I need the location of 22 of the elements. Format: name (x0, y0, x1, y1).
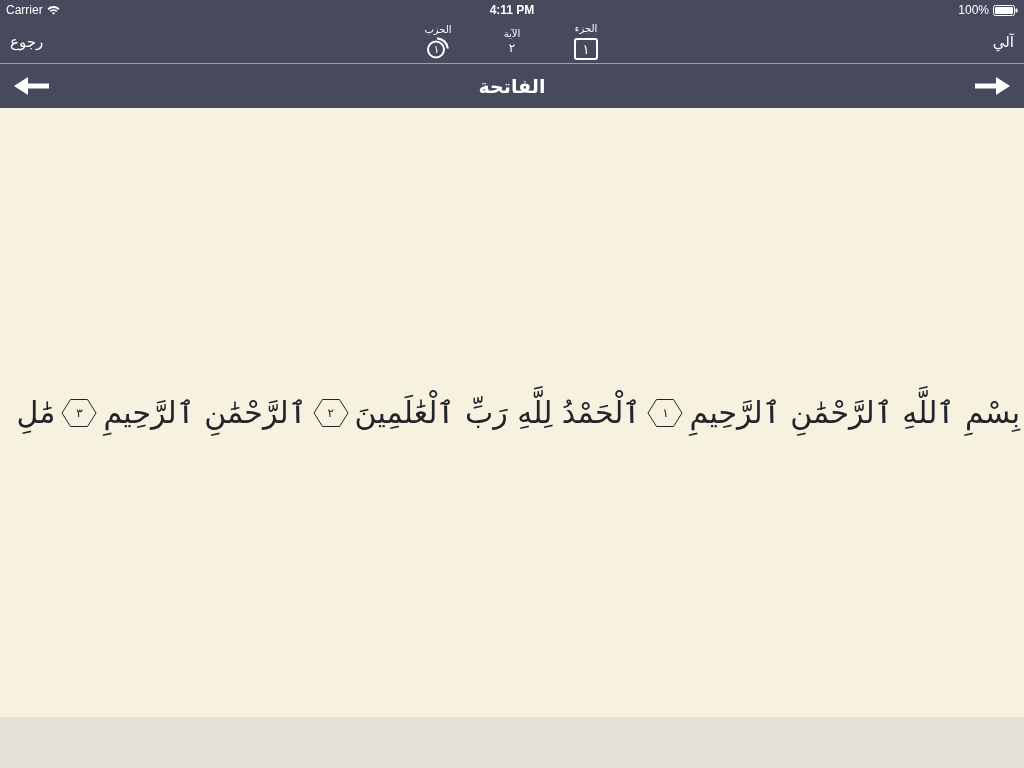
verse-number-marker: ١ (647, 397, 684, 428)
battery-percentage: 100% (958, 2, 989, 19)
juz-label: الجزء (574, 23, 598, 35)
surah-title: الفاتحة (478, 73, 546, 99)
juz-number-box[interactable]: ١ (574, 38, 598, 60)
verse-number-marker: ٢ (312, 397, 349, 428)
hizb-label: الحزب (424, 24, 452, 36)
verse-number-marker: ٣ (61, 397, 98, 428)
ayah-label: الآية (503, 28, 521, 40)
verse-text: مَٰلِ (16, 388, 56, 437)
arrow-right-icon[interactable] (974, 77, 1010, 95)
battery-icon (993, 4, 1018, 16)
back-button[interactable]: رجوع (10, 32, 44, 51)
carrier-label: Carrier (6, 2, 43, 19)
wifi-icon (46, 5, 60, 15)
verse-text: ٱلْحَمْدُ لِلَّهِ رَبِّ ٱلْعَٰلَمِينَ (354, 388, 642, 437)
verse-text: بِسْمِ ٱللَّهِ ٱلرَّحْمَٰنِ ٱلرَّحِيمِ (689, 388, 1020, 437)
ayah-number: ٢ (508, 41, 516, 55)
verse-text: ٱلرَّحْمَٰنِ ٱلرَّحِيمِ (103, 388, 307, 437)
arrow-left-icon[interactable] (14, 77, 50, 95)
clock-time: 4:11 PM (489, 2, 535, 19)
mode-button[interactable]: آلي (992, 32, 1014, 51)
